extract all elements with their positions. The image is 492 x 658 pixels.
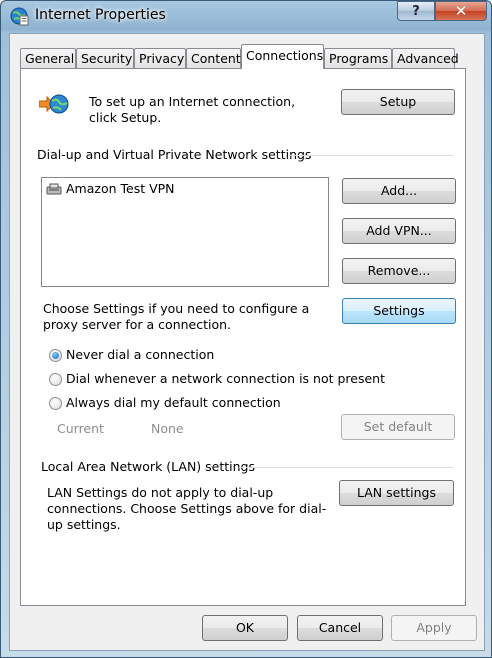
- internet-options-icon: [10, 7, 29, 26]
- tab-general[interactable]: General: [20, 48, 76, 68]
- set-default-button: Set default: [341, 414, 455, 440]
- cancel-button[interactable]: Cancel: [297, 615, 383, 641]
- always-dial-radio[interactable]: [49, 397, 62, 410]
- list-item[interactable]: Amazon Test VPN: [46, 181, 175, 197]
- dial-when-needed-radio[interactable]: [49, 373, 62, 386]
- add-button[interactable]: Add...: [342, 178, 456, 204]
- title-bar[interactable]: Internet Properties ? ✕: [1, 1, 491, 33]
- network-setup-icon: [39, 94, 69, 114]
- help-button[interactable]: ?: [397, 1, 435, 21]
- window-title: Internet Properties: [35, 7, 166, 23]
- never-dial-radio[interactable]: [49, 349, 62, 362]
- setup-button[interactable]: Setup: [341, 89, 455, 115]
- dialup-group-divider: [289, 155, 453, 156]
- lan-group-label: Local Area Network (LAN) settings: [41, 459, 256, 474]
- tab-advanced[interactable]: Advanced: [392, 48, 459, 68]
- dialup-group-label: Dial-up and Virtual Private Network sett…: [37, 147, 312, 162]
- connections-panel: To set up an Internet connection, click …: [20, 68, 466, 606]
- close-button[interactable]: ✕: [435, 1, 487, 21]
- always-dial-label[interactable]: Always dial my default connection: [66, 395, 281, 411]
- connections-list[interactable]: Amazon Test VPN: [41, 177, 329, 287]
- remove-button[interactable]: Remove...: [342, 258, 456, 284]
- vpn-connection-icon: [46, 183, 62, 195]
- proxy-description: Choose Settings if you need to configure…: [43, 301, 310, 332]
- connection-name: Amazon Test VPN: [66, 181, 175, 196]
- tab-strip: General Security Privacy Content Connect…: [20, 44, 466, 70]
- tab-security[interactable]: Security: [76, 48, 134, 68]
- tab-connections[interactable]: Connections: [241, 44, 324, 69]
- internet-properties-window: Internet Properties ? ✕ General Security…: [0, 0, 492, 658]
- setup-description: To set up an Internet connection, click …: [89, 94, 296, 125]
- current-label: Current: [57, 421, 104, 436]
- add-vpn-button[interactable]: Add VPN...: [342, 218, 456, 244]
- current-value: None: [151, 421, 184, 436]
- lan-group-divider: [239, 467, 453, 468]
- lan-settings-button[interactable]: LAN settings: [339, 480, 454, 506]
- settings-button[interactable]: Settings: [342, 298, 456, 324]
- tab-content[interactable]: Content: [186, 48, 241, 68]
- tab-programs[interactable]: Programs: [324, 48, 392, 68]
- apply-button: Apply: [391, 615, 477, 641]
- ok-button[interactable]: OK: [202, 615, 288, 641]
- never-dial-label[interactable]: Never dial a connection: [66, 347, 214, 363]
- dial-when-needed-label[interactable]: Dial whenever a network connection is no…: [66, 371, 385, 387]
- dialog-body: General Security Privacy Content Connect…: [9, 33, 485, 651]
- lan-description: LAN Settings do not apply to dial-up con…: [47, 485, 327, 532]
- tab-privacy[interactable]: Privacy: [134, 48, 186, 68]
